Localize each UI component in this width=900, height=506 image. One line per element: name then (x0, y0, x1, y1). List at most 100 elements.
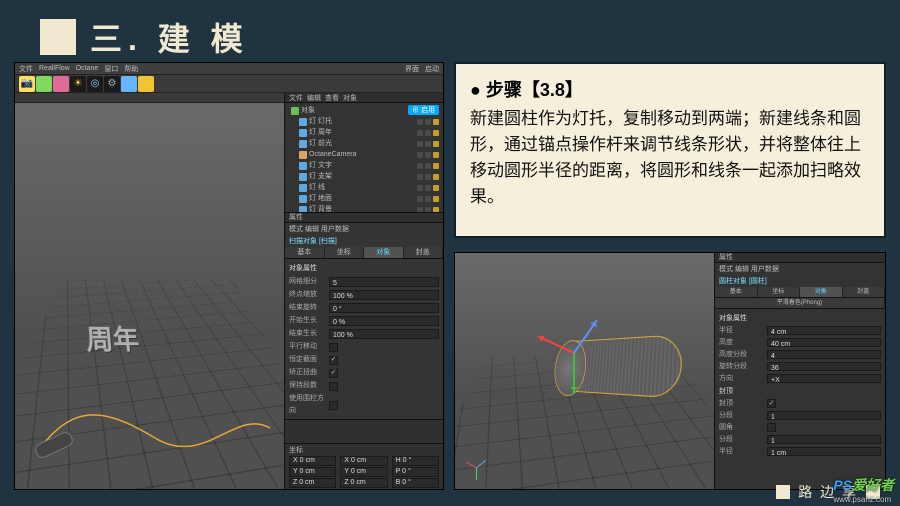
viewport-menubar (15, 93, 284, 103)
attr-field[interactable]: 100 % (329, 329, 439, 339)
tree-item[interactable]: 灯 灯托 (289, 116, 439, 127)
coord-field[interactable]: Y 0 cm (289, 467, 336, 477)
attr-field[interactable]: 0 ° (329, 303, 439, 313)
tool-yellow-icon[interactable] (138, 76, 154, 92)
viewport-detail[interactable] (455, 253, 715, 489)
tree-item[interactable]: 灯 文字 (289, 160, 439, 171)
attr-checkbox[interactable]: ✓ (329, 369, 338, 378)
om-menu-edit[interactable]: 编辑 (307, 93, 321, 103)
attr-field[interactable]: 100 % (329, 290, 439, 300)
attr-tab[interactable]: 基本 (715, 287, 758, 297)
attr-field[interactable]: 5 (329, 277, 439, 287)
attribute-manager-detail: 属性 模式 编辑 用户数据 圆柱对象 [圆柱] 基本坐标对象封盖 平滑着色(Ph… (715, 253, 885, 489)
tree-item[interactable]: 灯 前光 (289, 138, 439, 149)
attr-field[interactable]: 36 (767, 362, 881, 371)
menu-help[interactable]: 帮助 (124, 64, 138, 74)
attr-row: 终点缩放100 % (289, 289, 439, 301)
attr-field[interactable]: 1 (767, 411, 881, 420)
attr-field[interactable]: +X (767, 374, 881, 383)
viewport-3d-text: 周年 (85, 318, 141, 358)
gizmo-x-axis[interactable] (537, 335, 574, 354)
attr2-object-type: 圆柱对象 [圆柱] (715, 275, 885, 287)
coord-field[interactable]: Y 0 cm (340, 467, 387, 477)
tree-item[interactable]: 灯 周年 (289, 127, 439, 138)
coord-field[interactable]: X 0 cm (340, 456, 387, 466)
coord-field[interactable]: H 0 ° (392, 456, 439, 466)
menu-window[interactable]: 窗口 (104, 64, 118, 74)
attr-section-label: 对象属性 (289, 263, 439, 275)
move-gizmo[interactable] (533, 313, 613, 393)
object-tree[interactable]: 对象灯 灯托灯 周年灯 前光OctaneCamera灯 文字灯 支架灯 线灯 地… (285, 103, 443, 213)
attr-tab[interactable]: 坐标 (758, 287, 801, 297)
attr-row: 分段1 (719, 434, 881, 445)
attr-row: 恒定截面✓ (289, 354, 439, 366)
attr-row: 方向+X (719, 373, 881, 384)
tree-item[interactable]: 灯 背景 (289, 204, 439, 213)
tree-item[interactable]: 灯 支架 (289, 171, 439, 182)
attr-field[interactable]: 4 cm (767, 326, 881, 335)
attr-checkbox[interactable] (329, 382, 338, 391)
menu-realflow[interactable]: ReallFlow (39, 65, 70, 72)
attr-field[interactable]: 4 (767, 350, 881, 359)
om-cloud-badge[interactable]: ⊕ 启用 (408, 105, 439, 115)
tool-gear-icon[interactable]: ⚙ (104, 76, 120, 92)
attr-field[interactable]: 0 % (329, 316, 439, 326)
om-menu-view[interactable]: 查看 (325, 93, 339, 103)
tree-item[interactable]: 灯 地面 (289, 193, 439, 204)
c4d-detail-window: 属性 模式 编辑 用户数据 圆柱对象 [圆柱] 基本坐标对象封盖 平滑着色(Ph… (454, 252, 886, 490)
step-body: 新建圆柱作为灯托，复制移动到两端；新建线条和圆形，通过锚点操作杆来调节线条形状，… (470, 106, 870, 210)
material-manager[interactable] (285, 419, 443, 443)
attr-tab[interactable]: 对象 (800, 287, 843, 297)
attr-field[interactable]: 40 cm (767, 338, 881, 347)
om-menu-obj[interactable]: 对象 (343, 93, 357, 103)
attr2-section1: 对象属性 (719, 313, 881, 324)
attr2-mode: 模式 编辑 用户数据 (715, 263, 885, 275)
attr-checkbox[interactable] (329, 401, 338, 410)
gizmo-y-axis[interactable] (573, 353, 575, 393)
coordinate-manager: 坐标 X 0 cmX 0 cmH 0 °Y 0 cmY 0 cmP 0 °Z 0… (285, 443, 443, 489)
attr-tab[interactable]: 基本 (285, 247, 325, 258)
tree-item[interactable]: OctaneCamera (289, 149, 439, 160)
attr-checkbox[interactable]: ✓ (329, 356, 338, 365)
attr-row: 开始生长0 % (289, 315, 439, 327)
menu-octane[interactable]: Octane (76, 65, 99, 72)
attr-tab[interactable]: 坐标 (325, 247, 365, 258)
attr-row: 封顶✓ (719, 398, 881, 409)
attr-tab[interactable]: 封盖 (404, 247, 444, 258)
attr-checkbox[interactable] (767, 423, 776, 432)
menubar: 文件 ReallFlow Octane 窗口 帮助 界面 启动 (15, 63, 443, 75)
tool-camera-icon[interactable]: 📷 (19, 76, 35, 92)
tool-sun-icon[interactable]: ☀ (70, 76, 86, 92)
attr-checkbox[interactable] (329, 343, 338, 352)
watermark-rest: 爱好者 (852, 477, 894, 493)
attr-checkbox[interactable]: ✓ (767, 399, 776, 408)
attr2-phong-tab[interactable]: 平滑着色(Phong) (715, 298, 885, 308)
step-title: ● 步骤【3.8】 (470, 76, 870, 102)
om-menu-file[interactable]: 文件 (289, 93, 303, 103)
menu-layout-value[interactable]: 启动 (425, 64, 439, 74)
tool-blue-icon[interactable] (121, 76, 137, 92)
attr-tab[interactable]: 对象 (364, 247, 404, 258)
attr2-section2: 封顶 (719, 386, 881, 397)
viewport-main[interactable]: 8 周年 (15, 93, 285, 489)
attr-row: 结束生长100 % (289, 328, 439, 340)
attr-tab[interactable]: 封盖 (843, 287, 886, 297)
attr2-title: 属性 (715, 253, 885, 263)
coord-field[interactable]: X 0 cm (289, 456, 336, 466)
tool-target-icon[interactable]: ◎ (87, 76, 103, 92)
attr-field[interactable]: 1 (767, 435, 881, 444)
coord-field[interactable]: Z 0 cm (289, 478, 336, 488)
gizmo-z-axis[interactable] (573, 320, 598, 354)
watermark: PS爱好者 www.psahz.com (833, 475, 894, 504)
tool-green-icon[interactable] (36, 76, 52, 92)
tool-pink-icon[interactable] (53, 76, 69, 92)
step-instruction-box: ● 步骤【3.8】 新建圆柱作为灯托，复制移动到两端；新建线条和圆形，通过锚点操… (454, 62, 886, 238)
attr-row: 半径1 cm (719, 446, 881, 457)
attr-field[interactable]: 1 cm (767, 447, 881, 456)
coord-field[interactable]: B 0 ° (392, 478, 439, 488)
page-title: 三. 建 模 (90, 14, 249, 60)
coord-field[interactable]: Z 0 cm (340, 478, 387, 488)
menu-file[interactable]: 文件 (19, 64, 33, 74)
tree-item[interactable]: 灯 线 (289, 182, 439, 193)
coord-field[interactable]: P 0 ° (392, 467, 439, 477)
